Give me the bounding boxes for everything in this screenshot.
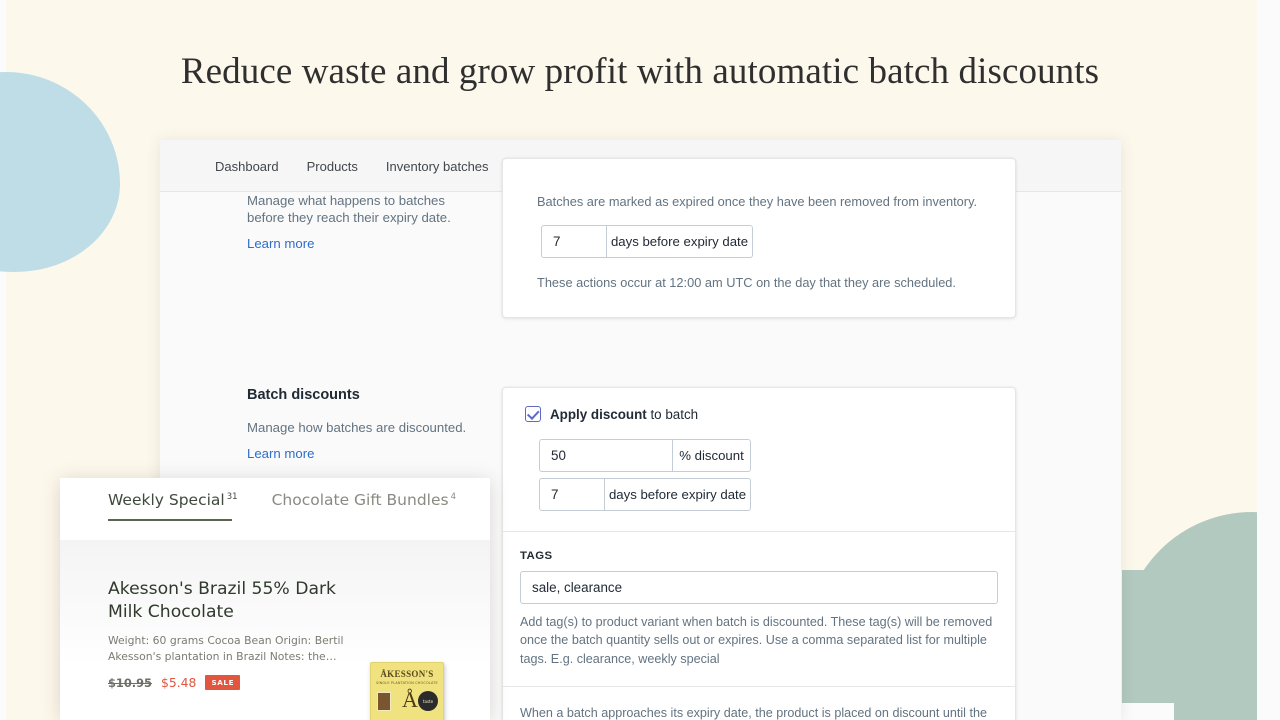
thumbnail-brand: ÅKESSON'S xyxy=(371,669,443,679)
discount-percent-input-group[interactable]: 50 % discount xyxy=(539,439,751,472)
expiry-description-column: Manage what happens to batches before th… xyxy=(247,158,502,318)
apply-discount-checkbox[interactable] xyxy=(525,406,541,422)
apply-discount-row[interactable]: Apply discount to batch xyxy=(525,406,995,422)
product-description: Weight: 60 grams Cocoa Bean Origin: Bert… xyxy=(108,633,358,664)
storefront-tab-weekly-special-label: Weekly Special xyxy=(108,491,225,509)
tags-block: TAGS sale, clearance Add tag(s) to produ… xyxy=(503,532,1015,686)
discounts-description: Manage how batches are discounted. xyxy=(247,419,482,436)
screenshot-root: Reduce waste and grow profit with automa… xyxy=(0,0,1280,720)
product-sale-badge: SALE xyxy=(205,675,240,690)
storefront-product-area: Akesson's Brazil 55% Dark Milk Chocolate… xyxy=(60,540,490,720)
expiry-card: Batches are marked as expired once they … xyxy=(502,158,1016,318)
expiry-learn-more-link[interactable]: Learn more xyxy=(247,236,314,251)
tags-label: TAGS xyxy=(520,550,998,562)
apply-discount-label-rest: to batch xyxy=(647,407,698,422)
apply-discount-block: Apply discount to batch 50 % discount 7 … xyxy=(503,388,1015,531)
discounts-footer-block: When a batch approaches its expiry date,… xyxy=(503,687,1015,720)
product-price-sale: $5.48 xyxy=(161,675,196,690)
thumbnail-initial: Å xyxy=(402,687,418,713)
discount-percent-suffix: % discount xyxy=(673,439,751,472)
discount-days-input[interactable]: 7 xyxy=(539,478,605,511)
decorative-blob-blue xyxy=(0,72,120,272)
storefront-tab-gift-bundles[interactable]: Chocolate Gift Bundles4 xyxy=(272,491,456,527)
expiry-days-suffix: days before expiry date xyxy=(607,225,753,258)
apply-discount-label: Apply discount to batch xyxy=(550,407,698,422)
expiry-schedule-note: These actions occur at 12:00 am UTC on t… xyxy=(537,274,995,292)
product-thumbnail[interactable]: ÅKESSON'S SINGLE PLANTATION CHOCOLATE Å … xyxy=(370,662,444,720)
product-price-original: $10.95 xyxy=(108,676,152,690)
corner-white-patch xyxy=(1120,703,1174,720)
discounts-title: Batch discounts xyxy=(247,387,482,403)
storefront-tab-weekly-special[interactable]: Weekly Special31 xyxy=(108,491,238,527)
page-headline: Reduce waste and grow profit with automa… xyxy=(0,50,1280,93)
discount-days-suffix: days before expiry date xyxy=(605,478,751,511)
discounts-footer-note: When a batch approaches its expiry date,… xyxy=(520,704,998,720)
thumbnail-artwork: Å taste xyxy=(371,687,443,717)
storefront-tab-weekly-special-count: 31 xyxy=(227,492,238,502)
storefront-preview-card: Weekly Special31 Chocolate Gift Bundles4… xyxy=(60,478,490,720)
discount-days-input-group[interactable]: 7 days before expiry date xyxy=(539,478,751,511)
product-title[interactable]: Akesson's Brazil 55% Dark Milk Chocolate xyxy=(108,578,358,624)
storefront-tab-gift-bundles-label: Chocolate Gift Bundles xyxy=(272,491,449,509)
tags-help-text: Add tag(s) to product variant when batch… xyxy=(520,613,998,668)
expiry-days-input-group[interactable]: 7 days before expiry date xyxy=(541,225,753,258)
expiry-card-body: Batches are marked as expired once they … xyxy=(503,159,1015,310)
thumbnail-subtitle: SINGLE PLANTATION CHOCOLATE xyxy=(371,681,443,685)
discounts-learn-more-link[interactable]: Learn more xyxy=(247,446,314,461)
discounts-card: Apply discount to batch 50 % discount 7 … xyxy=(502,387,1016,720)
thumbnail-award-seal: taste xyxy=(418,691,438,711)
right-edge-strip xyxy=(1257,0,1280,720)
expiry-card-note: Batches are marked as expired once they … xyxy=(537,193,995,211)
apply-discount-label-bold: Apply discount xyxy=(550,407,647,422)
expiry-days-input[interactable]: 7 xyxy=(541,225,607,258)
thumbnail-stamp-icon xyxy=(377,692,391,711)
settings-row-expiry: Manage what happens to batches before th… xyxy=(247,158,1121,318)
expiry-description: Manage what happens to batches before th… xyxy=(247,192,482,226)
storefront-tab-gift-bundles-count: 4 xyxy=(451,492,456,502)
tags-input[interactable]: sale, clearance xyxy=(520,571,998,604)
discount-percent-input[interactable]: 50 xyxy=(539,439,673,472)
storefront-tabbar: Weekly Special31 Chocolate Gift Bundles4 xyxy=(60,478,490,540)
discounts-footer-text: When a batch approaches its expiry date,… xyxy=(520,706,987,720)
